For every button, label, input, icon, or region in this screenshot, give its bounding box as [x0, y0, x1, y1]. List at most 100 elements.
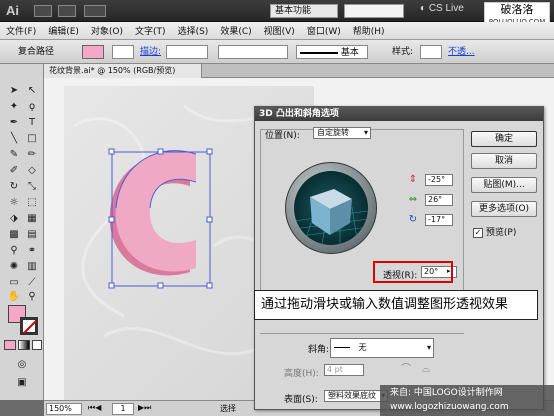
surface-select[interactable]: 塑料效果底纹: [324, 390, 388, 402]
control-bar: 复合路径 描边: 基本 样式: 不透...: [0, 40, 554, 64]
height-label: 高度(H):: [284, 369, 319, 379]
stroke-swatch[interactable]: [112, 45, 134, 59]
magic-wand-icon[interactable]: ✦: [6, 100, 22, 114]
zoom-tool-icon[interactable]: ⚲: [24, 290, 40, 304]
ok-button[interactable]: 确定: [471, 131, 537, 147]
bevel-line-icon: [334, 347, 350, 348]
eyedropper-tool-icon[interactable]: ⚲: [6, 244, 22, 258]
screen-mode-icon[interactable]: ▣: [14, 376, 30, 390]
graph-tool-icon[interactable]: ▥: [24, 260, 40, 274]
app-logo: Ai: [6, 3, 19, 18]
mesh-tool-icon[interactable]: ▩: [6, 228, 22, 242]
y-angle-field[interactable]: 26°: [425, 194, 453, 206]
draw-mode-icon[interactable]: ◎: [14, 358, 30, 372]
page-nav-next-icon[interactable]: ▶⏭: [138, 403, 151, 413]
menu-type[interactable]: 文字(T): [135, 24, 166, 37]
workspace-switcher[interactable]: 基本功能: [270, 4, 338, 18]
page-nav-first-icon[interactable]: ⏮◀: [88, 403, 101, 413]
gradient-tool-icon[interactable]: ▤: [24, 228, 40, 242]
slice-tool-icon[interactable]: ⟋: [24, 276, 40, 290]
color-mode-icon[interactable]: [4, 340, 16, 350]
checkbox-checked-icon: ✓: [473, 228, 483, 238]
perspective-grid-icon[interactable]: ▦: [24, 212, 40, 226]
preview-checkbox[interactable]: ✓ 预览(P): [473, 225, 516, 238]
arrange-icon[interactable]: [58, 5, 76, 17]
letter-c-shape[interactable]: [109, 150, 197, 276]
free-transform-icon[interactable]: ⬚: [24, 196, 40, 210]
fill-swatch[interactable]: [82, 45, 104, 59]
bevel-select[interactable]: 无: [330, 338, 434, 358]
opacity-link[interactable]: 不透...: [448, 45, 475, 59]
blend-tool-icon[interactable]: ⚭: [24, 244, 40, 258]
pen-tool-icon[interactable]: ✒: [6, 116, 22, 130]
menu-object[interactable]: 对象(O): [91, 24, 123, 37]
height-field[interactable]: 4 pt: [324, 364, 364, 376]
gradient-mode-icon[interactable]: [18, 340, 30, 350]
cs-live-icon: ◐: [420, 3, 427, 14]
brush-select[interactable]: 基本: [296, 45, 368, 59]
scale-tool-icon[interactable]: ⤡: [24, 180, 40, 194]
lasso-tool-icon[interactable]: ϙ: [24, 100, 40, 114]
blob-brush-icon[interactable]: ✐: [6, 164, 22, 178]
artboard-tool-icon[interactable]: ▭: [6, 276, 22, 290]
perspective-highlight-box: [373, 261, 453, 283]
bevel-in-icon[interactable]: ⌓: [420, 364, 432, 376]
menu-window[interactable]: 窗口(W): [307, 24, 341, 37]
stroke-link[interactable]: 描边:: [140, 45, 161, 59]
tools-panel: ➤ ↖ ✦ ϙ ✒ T ╲ □ ✎ ✏ ✐ ◇ ↻ ⤡ ☼ ⬚ ⬗ ▦ ▩ ▤ …: [0, 64, 44, 400]
menu-effect[interactable]: 效果(C): [220, 24, 251, 37]
symbol-sprayer-icon[interactable]: ✺: [6, 260, 22, 274]
menu-view[interactable]: 视图(V): [264, 24, 295, 37]
style-swatch[interactable]: [420, 45, 442, 59]
menu-bar: 文件(F) 编辑(E) 对象(O) 文字(T) 选择(S) 效果(C) 视图(V…: [0, 22, 554, 40]
line-tool-icon[interactable]: ╲: [6, 132, 22, 146]
document-arrange-icon[interactable]: [84, 5, 106, 17]
eraser-tool-icon[interactable]: ◇: [24, 164, 40, 178]
document-tab[interactable]: 花纹背景.ai* @ 150% (RGB/预览): [44, 64, 202, 78]
none-mode-icon[interactable]: [32, 340, 42, 350]
menu-edit[interactable]: 编辑(E): [48, 24, 79, 37]
rotate-tool-icon[interactable]: ↻: [6, 180, 22, 194]
bridge-icon[interactable]: [34, 5, 52, 17]
menu-select[interactable]: 选择(S): [178, 24, 209, 37]
rectangle-tool-icon[interactable]: □: [24, 132, 40, 146]
tutorial-annotation: 通过拖动滑块或输入数值调整图形透视效果: [254, 290, 538, 320]
variable-width-select[interactable]: [218, 45, 288, 59]
direct-selection-tool-icon[interactable]: ↖: [24, 84, 40, 98]
menu-file[interactable]: 文件(F): [6, 24, 36, 37]
footer-watermark: 来自: 中国LOGO设计制作网 www.logozhizuowang.com: [380, 385, 554, 416]
more-options-button[interactable]: 更多选项(O): [471, 201, 537, 217]
extrude-bevel-dialog: 3D 凸出和斜角选项 位置(N): 自定旋转 ⇕ -25° ⇔ 26° ↻ -: [254, 106, 544, 410]
y-axis-rotate-icon: ⇔: [408, 194, 418, 205]
map-art-button[interactable]: 贴图(M)...: [471, 177, 537, 193]
object-type-label: 复合路径: [18, 47, 55, 57]
stroke-color-box[interactable]: [20, 317, 38, 335]
position-select[interactable]: 自定旋转: [313, 127, 371, 139]
surface-label: 表面(S):: [284, 395, 318, 405]
track-cube-graphic: [294, 189, 368, 245]
cs-live-button[interactable]: ◐ CS Live: [420, 3, 464, 14]
stroke-style-line-icon: [300, 51, 338, 54]
paintbrush-tool-icon[interactable]: ✎: [6, 148, 22, 162]
rotation-track-cube[interactable]: [285, 162, 377, 254]
selection-tool-icon[interactable]: ➤: [6, 84, 22, 98]
pencil-tool-icon[interactable]: ✏: [24, 148, 40, 162]
cancel-button[interactable]: 取消: [471, 153, 537, 169]
bevel-label: 斜角:: [308, 345, 330, 355]
stroke-weight-field[interactable]: [166, 45, 208, 59]
z-angle-field[interactable]: -17°: [425, 214, 453, 226]
menu-help[interactable]: 帮助(H): [353, 24, 385, 37]
type-tool-icon[interactable]: T: [24, 116, 40, 130]
bevel-out-icon[interactable]: ⌒: [400, 364, 412, 376]
hand-tool-icon[interactable]: ✋: [6, 290, 22, 304]
search-input[interactable]: [344, 4, 404, 18]
position-label: 位置(N):: [265, 131, 300, 141]
warp-tool-icon[interactable]: ☼: [6, 196, 22, 210]
shape-builder-icon[interactable]: ⬗: [6, 212, 22, 226]
document-tab-bar: 花纹背景.ai* @ 150% (RGB/预览): [44, 64, 554, 78]
status-tool-label: 选择: [220, 404, 236, 413]
zoom-select[interactable]: 150%: [46, 403, 82, 415]
page-number-field[interactable]: 1: [112, 403, 134, 415]
x-angle-field[interactable]: -25°: [425, 174, 453, 186]
dialog-title: 3D 凸出和斜角选项: [255, 107, 543, 121]
